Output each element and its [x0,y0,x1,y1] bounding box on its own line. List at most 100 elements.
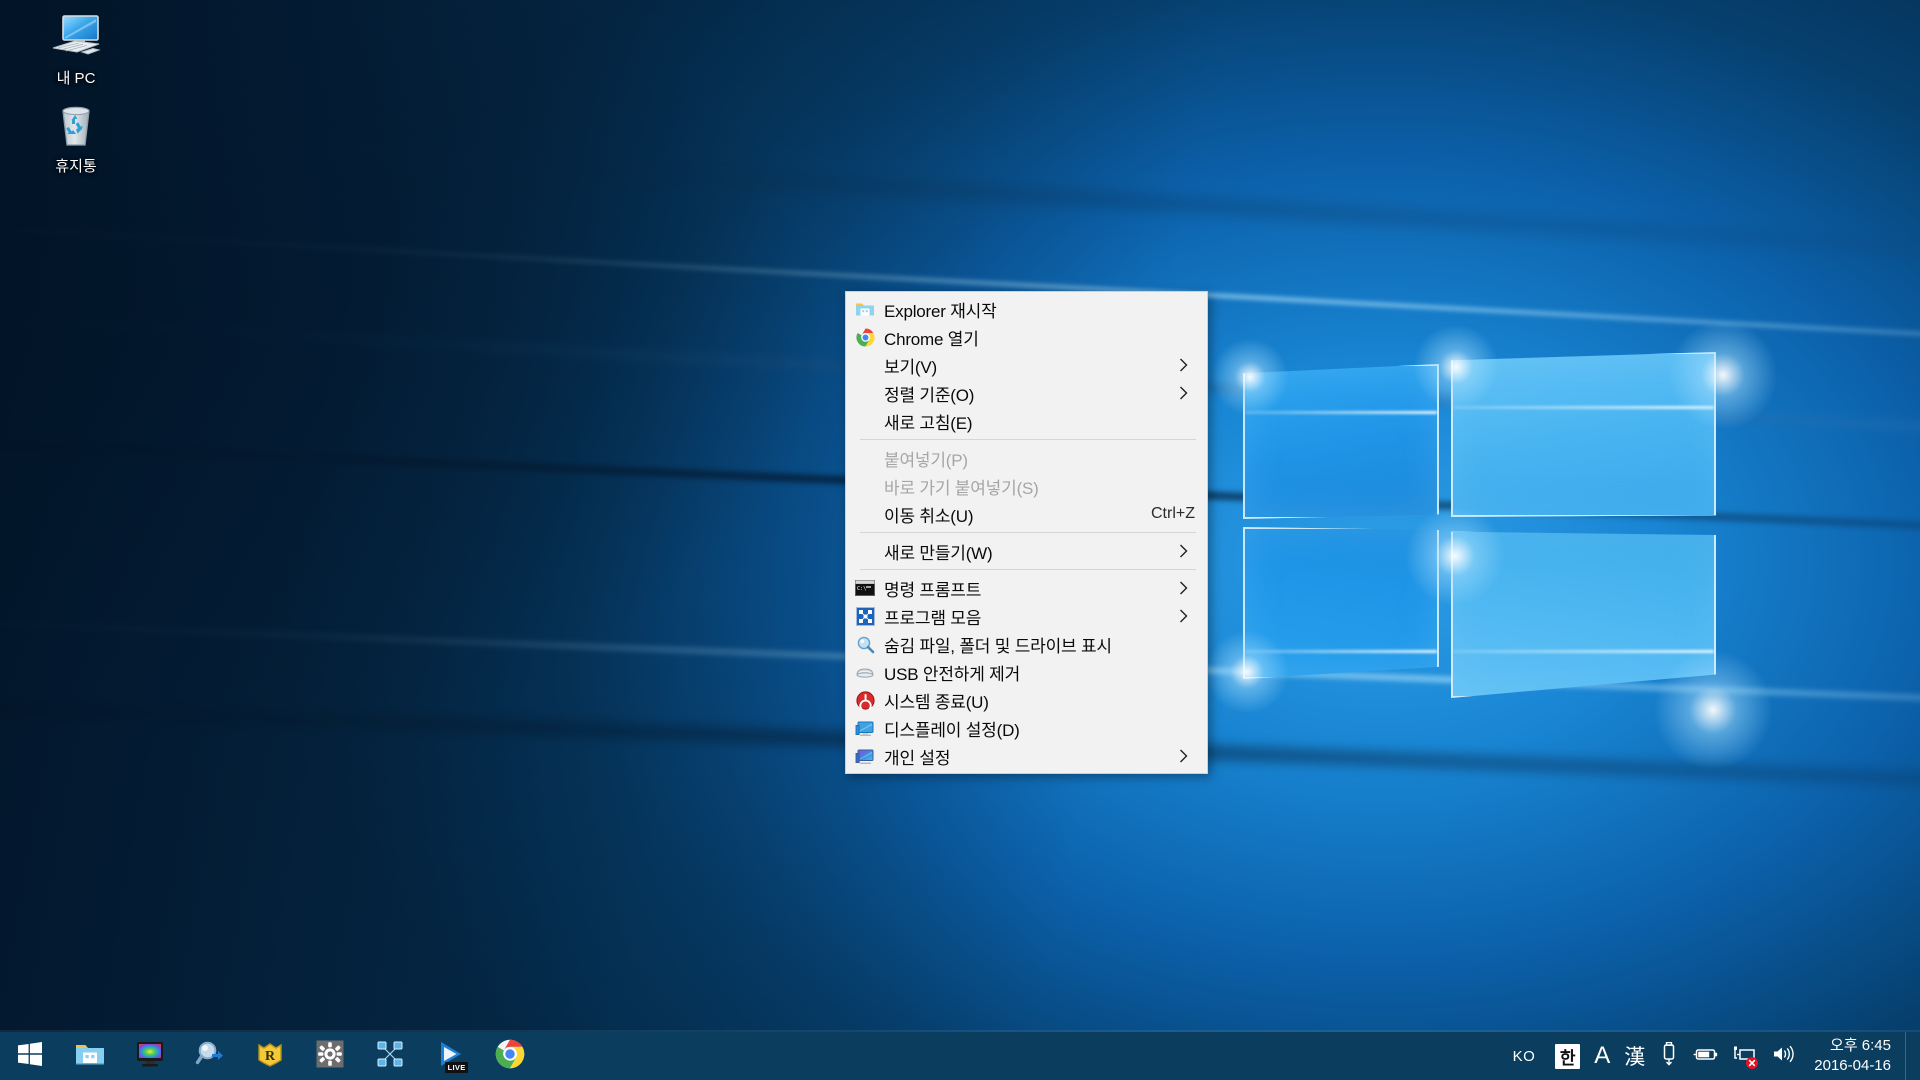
menu-item-shutdown[interactable]: 시스템 종료(U) [846,686,1207,714]
taskbar-live-player-app[interactable]: LIVE [420,1032,480,1080]
taskbar-magnifier-app[interactable] [180,1032,240,1080]
system-tray[interactable]: KO 한 A 漢 오후 6:45 2016-04-16 [1500,1032,1920,1080]
menu-item-label: 붙여넣기(P) [884,450,968,470]
desktop[interactable]: 내 PC 휴지통 Explorer 재시작 Chrome 열기 보기(V) 정렬… [0,0,1920,1080]
volume-icon [1771,1044,1797,1069]
menu-item-programs[interactable]: 프로그램 모음 [846,602,1207,630]
tray-network[interactable] [1726,1032,1764,1080]
menu-item-paste: 붙여넣기(P) [846,444,1207,472]
tray-battery[interactable] [1686,1032,1726,1080]
r-shield-icon: R [256,1040,284,1073]
start-button[interactable] [0,1032,60,1080]
no-icon [846,407,884,435]
gear-icon [315,1039,345,1074]
taskbar-settings-app[interactable] [300,1032,360,1080]
network-nodes-icon [376,1040,404,1073]
menu-item-label: Chrome 열기 [884,329,979,349]
menu-item-sort-by[interactable]: 정렬 기준(O) [846,379,1207,407]
menu-item-label: 새로 고침(E) [884,413,973,433]
taskbar-chrome-app[interactable] [480,1032,540,1080]
desktop-icon-my-pc[interactable]: 내 PC [32,10,120,90]
menu-item-show-hidden-files[interactable]: 숨김 파일, 폴더 및 드라이브 표시 [846,630,1207,658]
taskbar-network-map-app[interactable] [360,1032,420,1080]
menu-item-personalize[interactable]: 개인 설정 [846,742,1207,770]
tray-ime-alpha[interactable]: A [1587,1032,1617,1080]
menu-item-label: 정렬 기준(O) [884,385,975,405]
console-icon: C:\ [846,574,884,602]
power-icon [846,686,884,714]
menu-item-label: 명령 프롬프트 [884,580,982,600]
menu-item-explorer-restart[interactable]: Explorer 재시작 [846,295,1207,323]
menu-item-display-settings[interactable]: 디스플레이 설정(D) [846,714,1207,742]
clock-time: 오후 6:45 [1830,1037,1891,1054]
magnifier-arrow-icon [195,1039,225,1074]
taskbar-file-explorer[interactable] [60,1032,120,1080]
menu-item-label: 새로 만들기(W) [884,543,993,563]
folder-icon [846,295,884,323]
taskbar-color-monitor-app[interactable] [120,1032,180,1080]
usb-icon [1659,1041,1679,1071]
menu-item-label: 숨김 파일, 폴더 및 드라이브 표시 [884,636,1112,656]
no-icon [846,500,884,528]
no-icon [846,379,884,407]
no-icon [846,444,884,472]
chevron-right-icon [1179,749,1195,763]
taskbar-clock[interactable]: 오후 6:45 2016-04-16 [1804,1032,1905,1080]
desktop-icon-label: 휴지통 [55,158,97,175]
network-disconnected-icon [1733,1044,1759,1069]
display-icon [846,714,884,742]
menu-item-safely-remove-usb[interactable]: USB 안전하게 제거 [846,658,1207,686]
menu-item-label: Explorer 재시작 [884,301,997,321]
desktop-context-menu[interactable]: Explorer 재시작 Chrome 열기 보기(V) 정렬 기준(O) 새로… [845,291,1208,774]
tray-ime-language[interactable]: KO [1500,1032,1549,1080]
chevron-right-icon [1179,544,1195,558]
menu-item-new[interactable]: 새로 만들기(W) [846,537,1207,565]
menu-item-accelerator: Ctrl+Z [1151,505,1195,522]
ime-language-label: KO [1512,1047,1536,1065]
tray-usb[interactable] [1652,1032,1686,1080]
chevron-right-icon [1179,581,1195,595]
menu-item-label: 프로그램 모음 [884,608,982,628]
live-play-icon: LIVE [435,1039,468,1074]
no-icon [846,472,884,500]
menu-item-label: 개인 설정 [884,748,951,768]
menu-item-refresh[interactable]: 새로 고침(E) [846,407,1207,435]
tray-ime-hanja[interactable]: 漢 [1617,1032,1652,1080]
usb-eject-icon [846,658,884,686]
no-icon [846,351,884,379]
desktop-icon-label: 내 PC [56,70,96,87]
chevron-right-icon [1179,609,1195,623]
programs-icon [846,602,884,630]
menu-separator [860,439,1196,440]
ime-hangul-label: 한 [1555,1043,1581,1069]
menu-item-open-chrome[interactable]: Chrome 열기 [846,323,1207,351]
tray-ime-hangul[interactable]: 한 [1548,1032,1587,1080]
taskbar[interactable]: R LIVE KO 한 A 漢 오후 6:45 2016-04-16 [0,1030,1920,1080]
show-desktop-button[interactable] [1905,1032,1914,1080]
svg-text:C:\: C:\ [857,586,866,592]
hidden-files-icon [846,630,884,658]
clock-date: 2016-04-16 [1814,1057,1891,1074]
monitor-color-icon [135,1039,165,1074]
ime-alpha-label: A [1594,1042,1611,1069]
network-error-badge [1746,1056,1759,1069]
windows-logo-icon [18,1041,42,1071]
menu-item-command-prompt[interactable]: C:\ 명령 프롬프트 [846,574,1207,602]
taskbar-r-app[interactable]: R [240,1032,300,1080]
personalize-icon [846,742,884,770]
menu-separator [860,532,1196,533]
svg-text:R: R [265,1049,276,1064]
menu-separator [860,569,1196,570]
menu-item-undo-move[interactable]: 이동 취소(U) Ctrl+Z [846,500,1207,528]
menu-item-label: 바로 가기 붙여넣기(S) [884,478,1039,498]
chrome-icon [846,323,884,351]
chevron-right-icon [1179,358,1195,372]
menu-item-view[interactable]: 보기(V) [846,351,1207,379]
tray-volume[interactable] [1764,1032,1804,1080]
battery-icon [1693,1044,1719,1069]
chrome-icon [495,1039,525,1074]
chevron-right-icon [1179,386,1195,400]
desktop-icon-recycle-bin[interactable]: 휴지통 [32,98,120,178]
monitor-icon [32,10,120,64]
menu-item-paste-shortcut: 바로 가기 붙여넣기(S) [846,472,1207,500]
